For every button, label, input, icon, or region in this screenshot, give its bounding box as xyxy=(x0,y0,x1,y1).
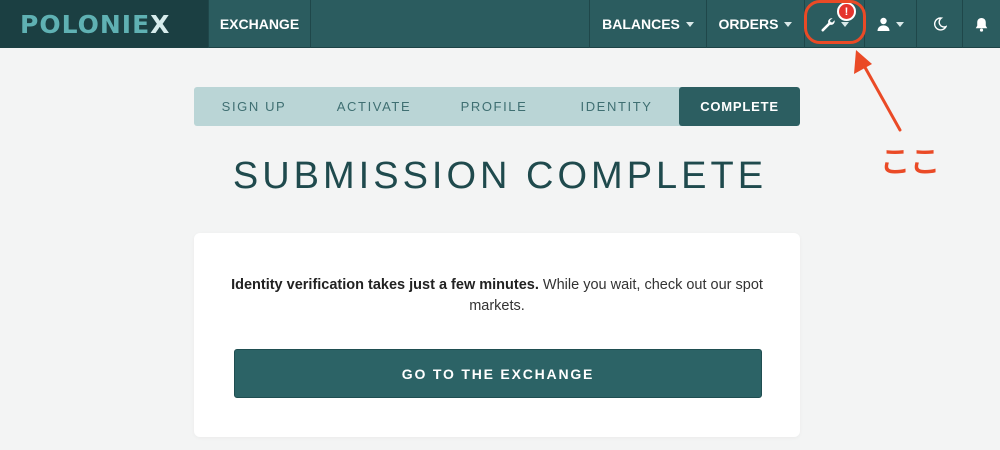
completion-card: Identity verification takes just a few m… xyxy=(194,233,800,437)
moon-icon xyxy=(933,17,947,31)
step-complete: COMPLETE xyxy=(679,87,800,126)
step-activate: ACTIVATE xyxy=(336,99,412,114)
nav-exchange-label: EXCHANGE xyxy=(219,16,300,32)
step-profile: PROFILE xyxy=(460,99,528,114)
step-sign-up: SIGN UP xyxy=(221,99,287,114)
completion-message-bold: Identity verification takes just a few m… xyxy=(231,277,539,293)
nav-exchange[interactable]: EXCHANGE xyxy=(208,0,311,48)
nav-orders[interactable]: ORDERS xyxy=(707,0,805,48)
page-title: SUBMISSION COMPLETE xyxy=(232,155,768,197)
logo-text: POLONIE xyxy=(20,9,151,39)
nav-orders-label: ORDERS xyxy=(718,16,779,32)
annotation-arrow-icon xyxy=(854,50,902,132)
user-icon xyxy=(877,17,890,31)
verification-steps: SIGN UP ACTIVATE PROFILE IDENTITY COMPLE… xyxy=(194,87,800,126)
night-mode-toggle[interactable] xyxy=(917,0,963,48)
chevron-down-icon xyxy=(685,21,694,27)
chevron-down-icon xyxy=(784,21,793,27)
notifications-button[interactable] xyxy=(963,0,1000,48)
nav-balances[interactable]: BALANCES xyxy=(589,0,707,48)
poloniex-logo[interactable]: POLONIE X xyxy=(0,0,208,48)
completion-message: Identity verification takes just a few m… xyxy=(224,275,770,317)
nav-balances-label: BALANCES xyxy=(602,16,680,32)
annotation-highlight-circle xyxy=(804,0,866,44)
go-to-exchange-button[interactable]: GO TO THE EXCHANGE xyxy=(234,349,762,398)
step-identity: IDENTITY xyxy=(580,99,653,114)
bell-icon xyxy=(975,17,988,32)
logo-x: X xyxy=(150,9,171,39)
chevron-down-icon xyxy=(896,21,904,27)
